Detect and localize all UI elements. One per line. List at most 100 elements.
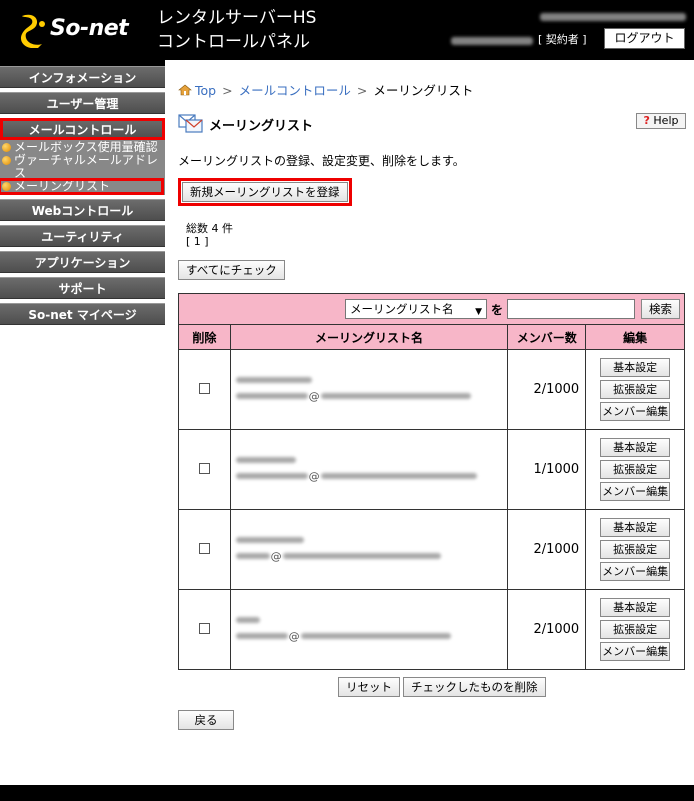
table-row: @ 1/1000 基本設定 拡張設定 メンバー編集 xyxy=(178,429,685,510)
delete-checked-button[interactable]: チェックしたものを削除 xyxy=(403,677,546,697)
member-count: 2/1000 xyxy=(507,349,587,430)
result-count: 総数 4 件 [ 1 ] xyxy=(186,222,233,248)
redacted-list-name xyxy=(235,456,296,463)
sidebar-subitem-label: ヴァーチャルメールアドレス xyxy=(14,153,158,180)
contract-label: [ 契約者 ] xyxy=(538,33,587,46)
table-row: @ 2/1000 基本設定 拡張設定 メンバー編集 xyxy=(178,509,685,590)
breadcrumb-current: メーリングリスト xyxy=(373,83,474,98)
bullet-icon xyxy=(2,143,11,152)
edit-cell: 基本設定 拡張設定 メンバー編集 xyxy=(585,509,685,590)
extended-settings-button[interactable]: 拡張設定 xyxy=(600,620,671,639)
table-row: @ 2/1000 基本設定 拡張設定 メンバー編集 xyxy=(178,349,685,430)
mail-control-submenu: メールボックス使用量確認 ヴァーチャルメールアドレス メーリングリスト xyxy=(0,140,165,195)
basic-settings-button[interactable]: 基本設定 xyxy=(600,438,671,457)
edit-members-button[interactable]: メンバー編集 xyxy=(600,482,671,501)
sidebar: インフォメーション ユーザー管理 メールコントロール メールボックス使用量確認 … xyxy=(0,60,165,801)
new-mailing-list-highlight: 新規メーリングリストを登録 xyxy=(178,178,352,206)
bottom-actions: リセット チェックしたものを削除 xyxy=(338,677,549,697)
help-question-icon: ? xyxy=(643,114,650,127)
redacted-list-address: @ xyxy=(235,550,508,563)
col-header-delete: 削除 xyxy=(178,324,231,350)
redacted-list-name xyxy=(235,616,260,623)
sidebar-item-application[interactable]: アプリケーション xyxy=(0,251,165,273)
edit-members-button[interactable]: メンバー編集 xyxy=(600,642,671,661)
breadcrumb-separator: > xyxy=(356,83,368,98)
table-row: @ 2/1000 基本設定 拡張設定 メンバー編集 xyxy=(178,589,685,670)
footer-bar xyxy=(0,785,694,801)
sidebar-subitem-label: メールボックス使用量確認 xyxy=(14,140,158,154)
search-button[interactable]: 検索 xyxy=(641,299,680,319)
sidebar-item-web-control[interactable]: Webコントロール xyxy=(0,199,165,221)
search-field-select[interactable]: メーリングリスト名 ▼ xyxy=(344,299,487,319)
new-mailing-list-button[interactable]: 新規メーリングリストを登録 xyxy=(182,182,348,202)
extended-settings-button[interactable]: 拡張設定 xyxy=(600,380,671,399)
logout-button[interactable]: ログアウト xyxy=(604,28,685,49)
mailing-list-icon xyxy=(178,114,203,133)
app-title-line2: コントロールパネル xyxy=(157,32,310,52)
sidebar-item-utility[interactable]: ユーティリティ xyxy=(0,225,165,247)
search-input[interactable] xyxy=(507,299,635,319)
edit-cell: 基本設定 拡張設定 メンバー編集 xyxy=(585,429,685,510)
sidebar-subitem-mailing-list[interactable]: メーリングリスト xyxy=(0,178,164,195)
redacted-list-name xyxy=(235,376,312,383)
app-title-line1: レンタルサーバーHS xyxy=(157,8,317,28)
delete-checkbox[interactable] xyxy=(198,542,210,554)
list-name-cell: @ xyxy=(229,429,509,510)
delete-cell xyxy=(178,509,231,590)
basic-settings-button[interactable]: 基本設定 xyxy=(600,518,671,537)
extended-settings-button[interactable]: 拡張設定 xyxy=(600,540,671,559)
delete-cell xyxy=(178,429,231,510)
breadcrumb-mail-control-link[interactable]: メールコントロール xyxy=(239,83,351,98)
edit-cell: 基本設定 拡張設定 メンバー編集 xyxy=(585,589,685,670)
page-title: メーリングリスト xyxy=(209,119,314,134)
col-header-list-name: メーリングリスト名 xyxy=(229,324,509,350)
member-count: 2/1000 xyxy=(507,589,587,670)
delete-checkbox[interactable] xyxy=(198,382,210,394)
redacted-list-address: @ xyxy=(235,470,508,483)
so-net-logo[interactable]: So-net xyxy=(14,10,146,50)
basic-settings-button[interactable]: 基本設定 xyxy=(600,598,671,617)
edit-members-button[interactable]: メンバー編集 xyxy=(600,562,671,581)
sidebar-item-support[interactable]: サポート xyxy=(0,277,165,299)
sidebar-item-mail-control[interactable]: メールコントロール xyxy=(0,118,165,140)
check-all-button[interactable]: すべてにチェック xyxy=(178,260,285,280)
edit-cell: 基本設定 拡張設定 メンバー編集 xyxy=(585,349,685,430)
back-button[interactable]: 戻る xyxy=(178,710,234,730)
header: So-net レンタルサーバーHS コントロールパネル [ 契約者 ] ログアウ… xyxy=(0,0,694,60)
redacted-list-address: @ xyxy=(235,390,508,403)
delete-checkbox[interactable] xyxy=(198,462,210,474)
extended-settings-button[interactable]: 拡張設定 xyxy=(600,460,671,479)
pagination: [ 1 ] xyxy=(186,235,209,248)
delete-cell xyxy=(178,589,231,670)
breadcrumb-top-link[interactable]: Top xyxy=(195,83,216,98)
breadcrumb-separator: > xyxy=(222,83,233,98)
sidebar-subitem-virtual-mail[interactable]: ヴァーチャルメールアドレス xyxy=(0,154,165,180)
edit-members-button[interactable]: メンバー編集 xyxy=(600,402,671,421)
mailing-list-table: メーリングリスト名 ▼ を 検索 削除 メーリングリスト名 メンバー数 編集 @ … xyxy=(178,293,685,670)
list-name-cell: @ xyxy=(229,509,509,590)
search-particle: を xyxy=(490,302,503,317)
sidebar-item-so-net-mypage[interactable]: So-net マイページ xyxy=(0,303,165,325)
reset-button[interactable]: リセット xyxy=(338,677,400,697)
col-header-members: メンバー数 xyxy=(507,324,587,350)
table-header-row: 削除 メーリングリスト名 メンバー数 編集 xyxy=(178,324,685,350)
basic-settings-button[interactable]: 基本設定 xyxy=(600,358,671,377)
help-label: Help xyxy=(653,114,679,127)
member-count: 1/1000 xyxy=(507,429,587,510)
help-button[interactable]: ? Help xyxy=(636,113,686,129)
bullet-icon xyxy=(2,156,11,165)
sidebar-item-user-management[interactable]: ユーザー管理 xyxy=(0,92,165,114)
redacted-list-name xyxy=(235,536,304,543)
redacted-user-id xyxy=(451,37,533,45)
app-title: レンタルサーバーHS コントロールパネル xyxy=(157,6,316,54)
delete-cell xyxy=(178,349,231,430)
search-field-selected: メーリングリスト名 xyxy=(349,302,454,316)
sidebar-item-information[interactable]: インフォメーション xyxy=(0,66,165,88)
delete-checkbox[interactable] xyxy=(198,622,210,634)
bullet-icon xyxy=(2,182,11,191)
col-header-edit: 編集 xyxy=(585,324,685,350)
logo-text: So-net xyxy=(50,16,129,41)
home-icon xyxy=(178,84,192,96)
list-name-cell: @ xyxy=(229,349,509,430)
search-cell: メーリングリスト名 ▼ を 検索 xyxy=(178,293,685,325)
